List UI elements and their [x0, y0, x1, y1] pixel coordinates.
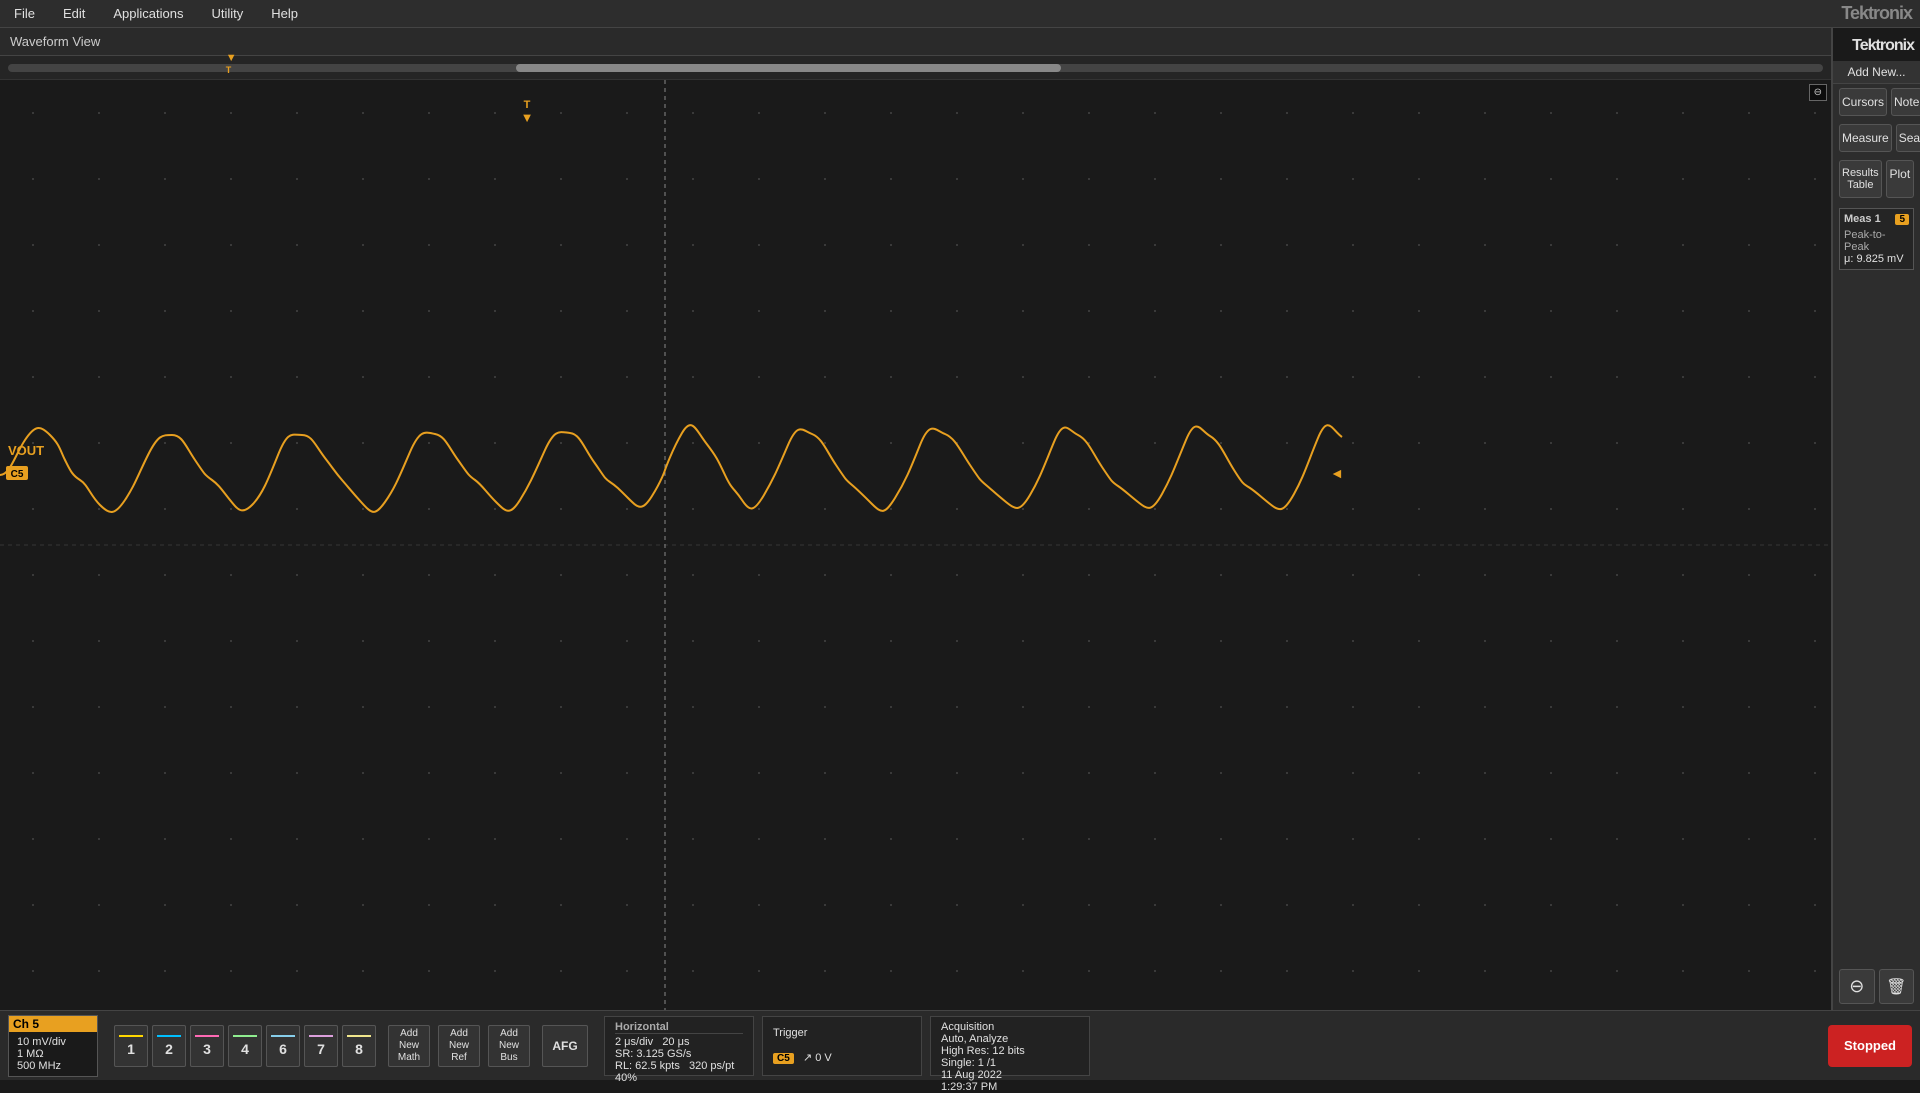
tektronix-logo-panel: Tektronix	[1833, 28, 1920, 61]
menu-file[interactable]: File	[8, 4, 41, 23]
delete-button[interactable]: 🗑	[1879, 969, 1915, 1004]
results-table-button[interactable]: ResultsTable	[1839, 160, 1882, 198]
waveform-canvas[interactable]: ▼ T VOUT C5 ◄ ⊖	[0, 80, 1831, 1010]
channel-7-button[interactable]: 7	[304, 1025, 338, 1067]
trigger-section[interactable]: Trigger C5 ↗ 0 V	[762, 1016, 922, 1076]
channel-2-button[interactable]: 2	[152, 1025, 186, 1067]
channel-name-label: VOUT	[8, 443, 44, 458]
ch5-impedance: 1 MΩ	[17, 1048, 89, 1060]
meas1-badge: 5	[1895, 214, 1909, 225]
timeline-trigger-marker: ▼T	[226, 52, 237, 76]
channel-4-button[interactable]: 4	[228, 1025, 262, 1067]
acq-bits: High Res: 12 bits	[941, 1045, 1079, 1057]
acquisition-title: Acquisition	[941, 1021, 1079, 1033]
waveform-svg: ▼ T VOUT C5 ◄	[0, 80, 1831, 1010]
bottom-bar: Ch 5 10 mV/div 1 MΩ 500 MHz 1 2 3 4 6 7	[0, 1010, 1920, 1080]
horizontal-section[interactable]: Horizontal 2 μs/div 20 μs SR: 3.125 GS/s…	[604, 1016, 754, 1076]
plot-button[interactable]: Plot	[1886, 160, 1914, 198]
zoom-indicator[interactable]: ⊖	[1809, 84, 1827, 101]
trigger-marker-t: ▼	[521, 110, 534, 125]
acq-single: Single: 1 /1	[941, 1057, 1079, 1069]
acq-time: 1:29:37 PM	[941, 1081, 1079, 1093]
channel-6-button[interactable]: 6	[266, 1025, 300, 1067]
afg-button[interactable]: AFG	[542, 1025, 588, 1067]
trigger-ch-badge: C5	[773, 1053, 794, 1064]
menu-utility[interactable]: Utility	[205, 4, 249, 23]
waveform-view-title: Waveform View	[10, 34, 100, 49]
measurement-panel: Meas 1 5 Peak-to-Peak μ: 9.825 mV	[1839, 208, 1914, 270]
meas1-value: μ: 9.825 mV	[1844, 253, 1909, 265]
trigger-title: Trigger	[773, 1027, 911, 1039]
menu-help[interactable]: Help	[265, 4, 304, 23]
horizontal-time-div: 2 μs/div 20 μs	[615, 1036, 743, 1048]
ch5-badge-text: C5	[11, 469, 24, 480]
note-button[interactable]: Note	[1891, 88, 1920, 116]
measure-button[interactable]: Measure	[1839, 124, 1892, 152]
menubar: File Edit Applications Utility Help Tekt…	[0, 0, 1920, 28]
acquisition-section[interactable]: Acquisition Auto, Analyze High Res: 12 b…	[930, 1016, 1090, 1076]
ch5-info[interactable]: Ch 5 10 mV/div 1 MΩ 500 MHz	[8, 1015, 98, 1077]
timeline-handle[interactable]	[516, 64, 1061, 72]
add-new-ref-button[interactable]: AddNewRef	[438, 1025, 480, 1067]
add-new-button[interactable]: Add New...	[1833, 61, 1920, 84]
channel-1-button[interactable]: 1	[114, 1025, 148, 1067]
cursors-button[interactable]: Cursors	[1839, 88, 1887, 116]
timeline-track[interactable]: ▼T	[8, 64, 1823, 72]
add-new-bus-button[interactable]: AddNewBus	[488, 1025, 530, 1067]
trigger-level: ↗ 0 V	[803, 1052, 832, 1064]
right-panel: Tektronix Add New... Cursors Note Measur…	[1832, 28, 1920, 1010]
menu-edit[interactable]: Edit	[57, 4, 91, 23]
channel-buttons: 1 2 3 4 6 7 8	[114, 1025, 376, 1067]
acq-date: 11 Aug 2022	[941, 1069, 1079, 1081]
zoom-out-button[interactable]: ⊖	[1839, 969, 1875, 1004]
horizontal-zoom: 40%	[615, 1072, 743, 1084]
acq-mode: Auto, Analyze	[941, 1033, 1079, 1045]
trigger-channel: C5 ↗ 0 V	[773, 1051, 911, 1064]
ch5-sample-rate: 500 MHz	[17, 1060, 89, 1072]
horizontal-sr: SR: 3.125 GS/s	[615, 1048, 743, 1060]
ch5-vol-div: 10 mV/div	[17, 1036, 89, 1048]
search-button[interactable]: Search	[1896, 124, 1920, 152]
waveform-title-bar: Waveform View	[0, 28, 1831, 56]
tektronix-logo: Tektronix	[1841, 3, 1912, 24]
meas1-title: Meas 1	[1844, 213, 1881, 225]
menu-applications[interactable]: Applications	[107, 4, 189, 23]
timeline-bar[interactable]: ▼T	[0, 56, 1831, 80]
ch5-header: Ch 5	[9, 1016, 97, 1032]
meas1-type: Peak-to-Peak	[1844, 229, 1909, 253]
horizontal-title: Horizontal	[615, 1021, 743, 1034]
channel-3-button[interactable]: 3	[190, 1025, 224, 1067]
channel-8-button[interactable]: 8	[342, 1025, 376, 1067]
trigger-level-right: ◄	[1330, 465, 1344, 481]
horizontal-rl: RL: 62.5 kpts 320 ps/pt	[615, 1060, 743, 1072]
add-new-math-button[interactable]: AddNewMath	[388, 1025, 430, 1067]
stopped-button[interactable]: Stopped	[1828, 1025, 1912, 1067]
trigger-t-label: T	[524, 99, 531, 111]
